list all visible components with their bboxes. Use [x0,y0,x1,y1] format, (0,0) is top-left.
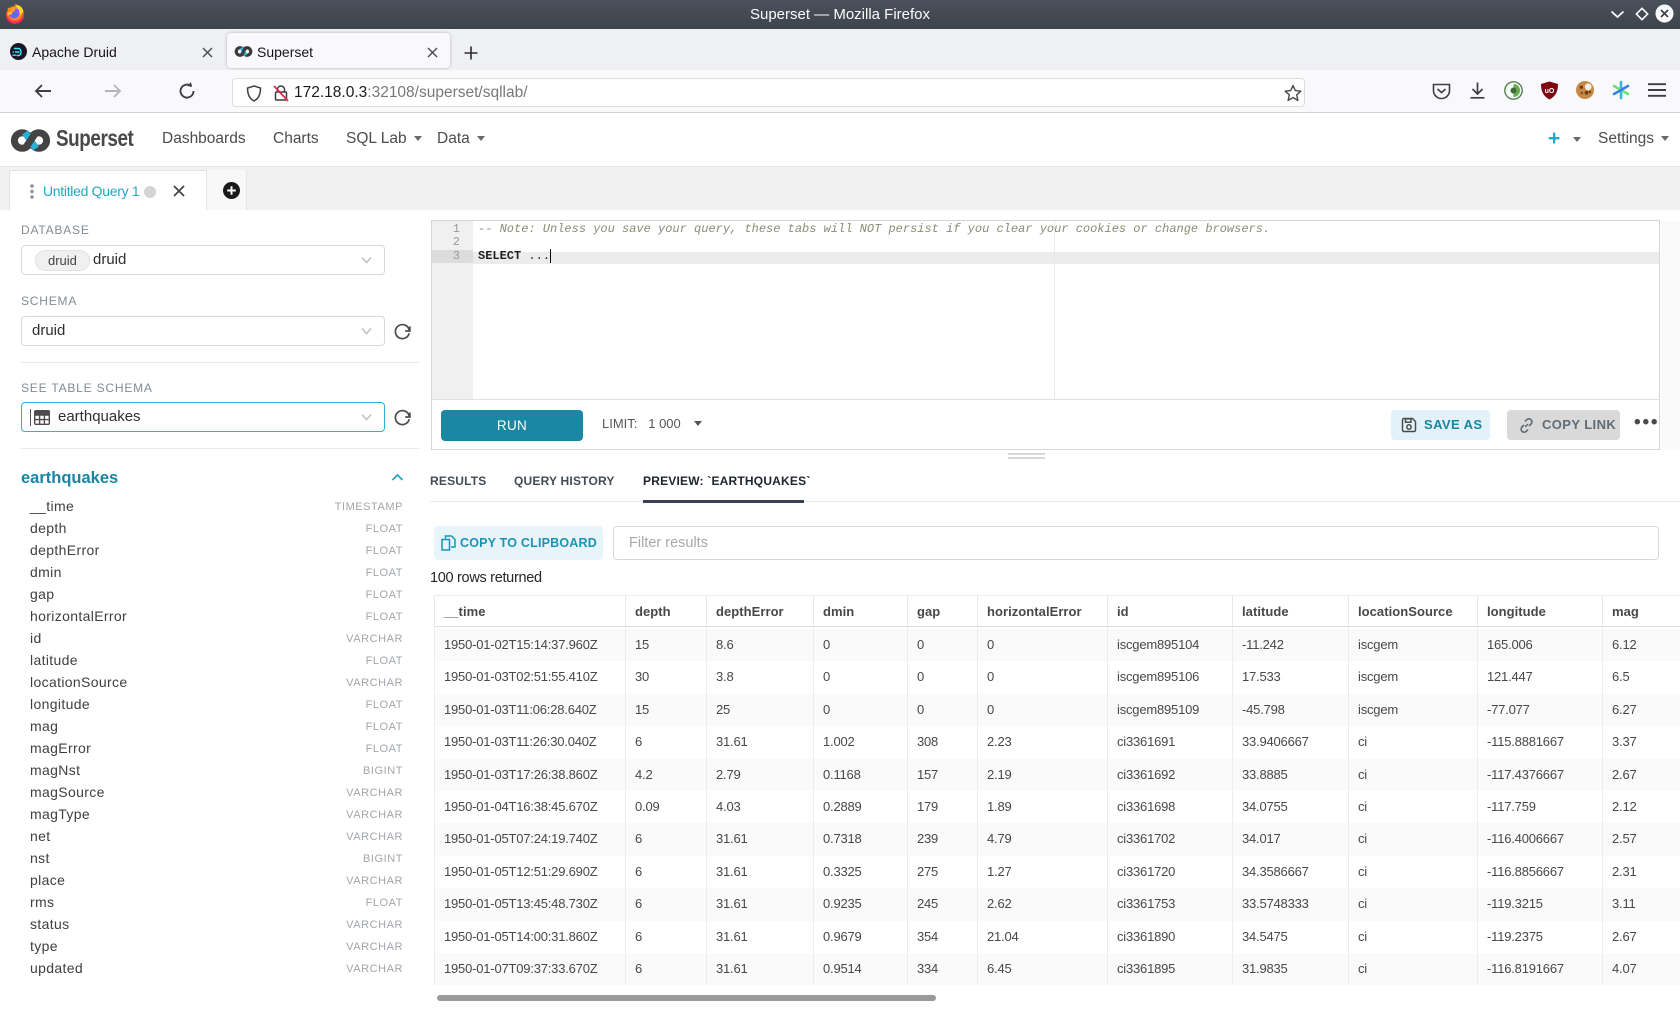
svg-text:uO: uO [1545,88,1555,95]
